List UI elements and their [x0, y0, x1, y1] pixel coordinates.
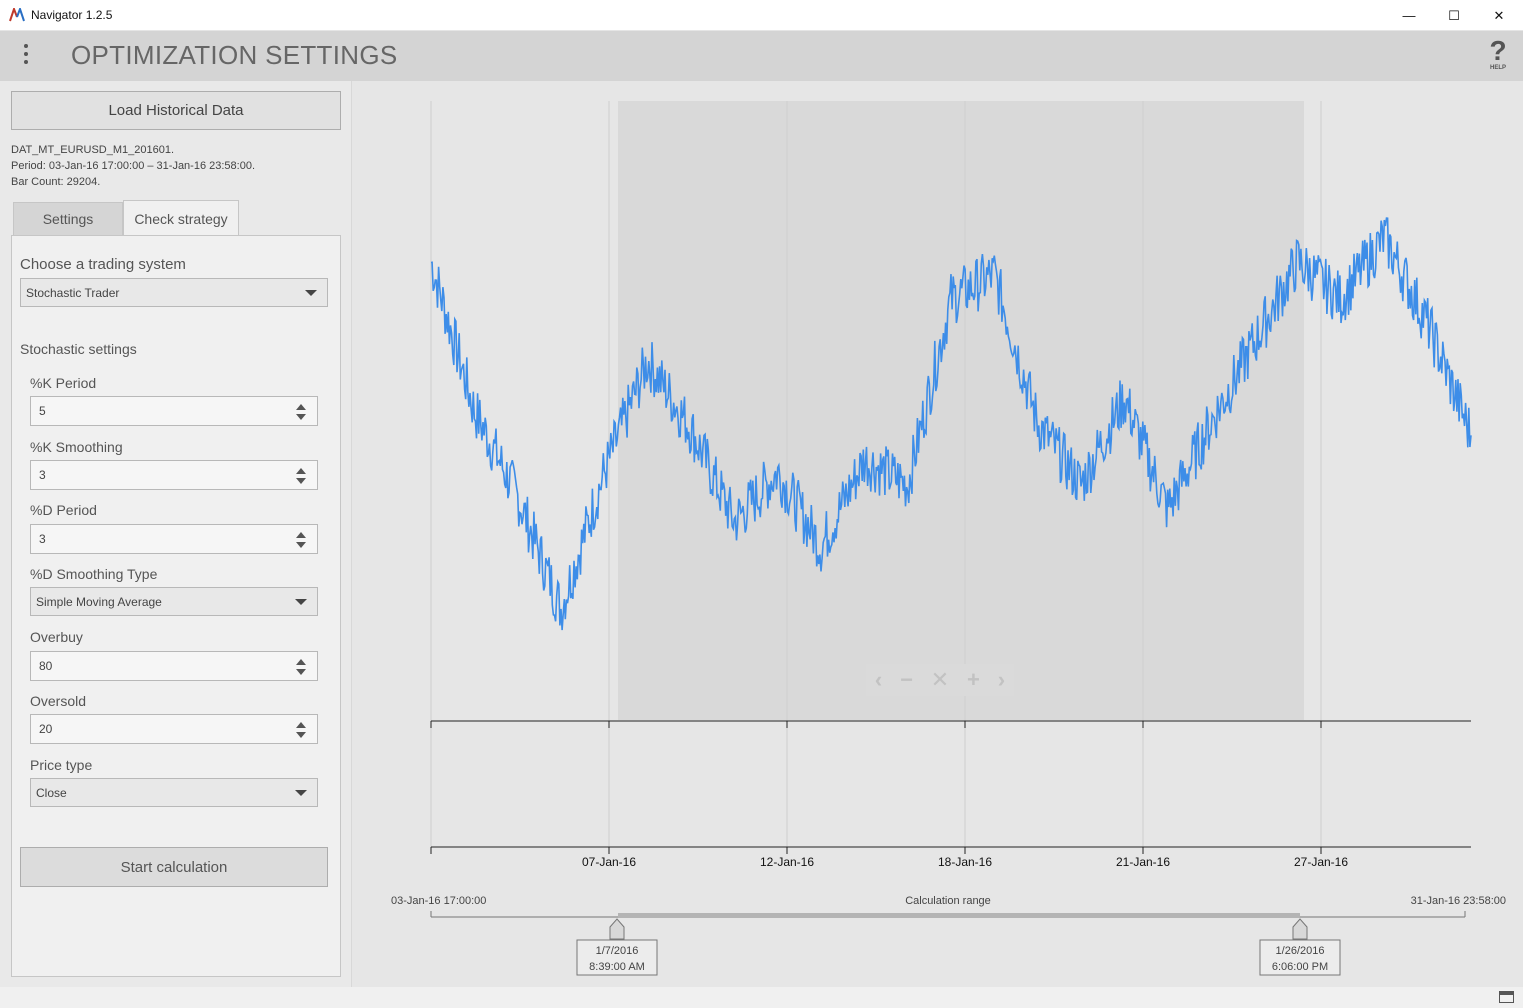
close-button[interactable]: ✕: [1476, 0, 1522, 31]
tab-check-strategy[interactable]: Check strategy: [123, 200, 239, 237]
decrement-icon[interactable]: [296, 414, 306, 420]
d-period-label: %D Period: [30, 502, 97, 518]
d-period-stepper[interactable]: 3: [30, 524, 318, 554]
info-bars: Bar Count: 29204.: [11, 176, 101, 188]
help-button[interactable]: ? HELP: [1484, 37, 1512, 77]
d-period-value: 3: [39, 532, 46, 546]
maximize-button[interactable]: ☐: [1431, 0, 1477, 31]
sidebar: Load Historical Data DAT_MT_EURUSD_M1_20…: [0, 81, 352, 987]
tab-settings[interactable]: Settings: [13, 202, 123, 236]
range-handle-left[interactable]: [609, 918, 625, 940]
chevron-right-icon[interactable]: ›: [998, 667, 1005, 693]
check-strategy-panel: Choose a trading system Stochastic Trade…: [11, 235, 341, 977]
window-title: Navigator 1.2.5: [31, 8, 113, 22]
minimize-button[interactable]: —: [1386, 0, 1432, 31]
overbuy-label: Overbuy: [30, 629, 83, 645]
help-icon: ?: [1489, 35, 1507, 66]
x-tick-label: 07-Jan-16: [582, 855, 636, 869]
price-chart[interactable]: 07-Jan-16 12-Jan-16 18-Jan-16 21-Jan-16 27-J…: [352, 81, 1523, 987]
overbuy-value: 80: [39, 659, 53, 673]
zoom-in-icon[interactable]: +: [967, 667, 980, 693]
stochastic-settings-label: Stochastic settings: [20, 341, 137, 357]
x-tick-label: 27-Jan-16: [1294, 855, 1348, 869]
increment-icon[interactable]: [296, 659, 306, 665]
k-period-label: %K Period: [30, 375, 97, 391]
range-title-label: Calculation range: [905, 895, 991, 907]
k-smoothing-value: 3: [39, 468, 46, 482]
range-handle-left-date: 1/7/2016: [596, 945, 639, 957]
range-handle-left-time: 8:39:00 AM: [589, 961, 645, 973]
price-type-label: Price type: [30, 757, 93, 773]
status-bar: [0, 987, 1523, 1008]
x-axis-tick-labels: 07-Jan-16 12-Jan-16 18-Jan-16 21-Jan-16 27-J…: [582, 855, 1348, 869]
x-tick-label: 18-Jan-16: [938, 855, 992, 869]
oversold-label: Oversold: [30, 693, 87, 709]
load-historical-data-button[interactable]: Load Historical Data: [11, 91, 341, 130]
increment-icon[interactable]: [296, 404, 306, 410]
x-axis-ticks: [430, 721, 1322, 854]
k-smoothing-stepper[interactable]: 3: [30, 460, 318, 490]
info-file: DAT_MT_EURUSD_M1_201601.: [11, 144, 175, 156]
k-period-value: 5: [39, 404, 46, 418]
trading-system-value: Stochastic Trader: [26, 285, 120, 300]
x-tick-label: 12-Jan-16: [760, 855, 814, 869]
k-period-stepper[interactable]: 5: [30, 396, 318, 426]
range-handle-right[interactable]: [1292, 918, 1308, 940]
overbuy-stepper[interactable]: 80: [30, 651, 318, 681]
start-calculation-button[interactable]: Start calculation: [20, 847, 328, 887]
oversold-stepper[interactable]: 20: [30, 714, 318, 744]
menu-dots-icon[interactable]: [18, 44, 34, 70]
d-smoothing-type-label: %D Smoothing Type: [30, 566, 158, 582]
k-smoothing-label: %K Smoothing: [30, 439, 123, 455]
chevron-down-icon: [295, 599, 307, 605]
d-smoothing-type-value: Simple Moving Average: [36, 594, 162, 609]
zoom-out-icon[interactable]: −: [900, 667, 913, 693]
window-titlebar: Navigator 1.2.5 — ☐ ✕: [0, 0, 1523, 31]
d-smoothing-type-select[interactable]: Simple Moving Average: [30, 587, 318, 616]
oversold-value: 20: [39, 722, 53, 736]
chart-zoom-controls: ‹ − ✕ + ›: [866, 664, 1014, 696]
decrement-icon[interactable]: [296, 732, 306, 738]
chevron-left-icon[interactable]: ‹: [875, 667, 882, 693]
decrement-icon[interactable]: [296, 542, 306, 548]
x-tick-label: 21-Jan-16: [1116, 855, 1170, 869]
increment-icon[interactable]: [296, 722, 306, 728]
price-type-value: Close: [36, 785, 67, 800]
app-logo-icon: [9, 8, 25, 22]
range-handle-right-date: 1/26/2016: [1276, 945, 1325, 957]
chevron-down-icon: [295, 790, 307, 796]
chart-area: 07-Jan-16 12-Jan-16 18-Jan-16 21-Jan-16 27-J…: [352, 81, 1523, 987]
increment-icon[interactable]: [296, 468, 306, 474]
calculation-range-highlight: [618, 101, 1304, 720]
data-info: DAT_MT_EURUSD_M1_201601. Period: 03-Jan-…: [11, 142, 255, 190]
price-type-select[interactable]: Close: [30, 778, 318, 807]
decrement-icon[interactable]: [296, 478, 306, 484]
help-label: HELP: [1489, 65, 1506, 71]
increment-icon[interactable]: [296, 532, 306, 538]
trading-system-select[interactable]: Stochastic Trader: [20, 278, 328, 307]
page-title: OPTIMIZATION SETTINGS: [71, 40, 398, 70]
trading-system-label: Choose a trading system: [20, 256, 186, 273]
range-selected-bar[interactable]: [618, 913, 1300, 918]
app-header: OPTIMIZATION SETTINGS ? HELP: [0, 31, 1523, 81]
range-handle-right-time: 6:06:00 PM: [1272, 961, 1328, 973]
chevron-down-icon: [305, 290, 317, 296]
info-period: Period: 03-Jan-16 17:00:00 – 31-Jan-16 2…: [11, 160, 256, 172]
range-end-label: 31-Jan-16 23:58:00: [1411, 895, 1506, 907]
window-layout-icon[interactable]: [1499, 991, 1514, 1003]
fit-to-screen-icon[interactable]: ✕: [931, 667, 949, 693]
range-start-label: 03-Jan-16 17:00:00: [391, 895, 486, 907]
decrement-icon[interactable]: [296, 669, 306, 675]
